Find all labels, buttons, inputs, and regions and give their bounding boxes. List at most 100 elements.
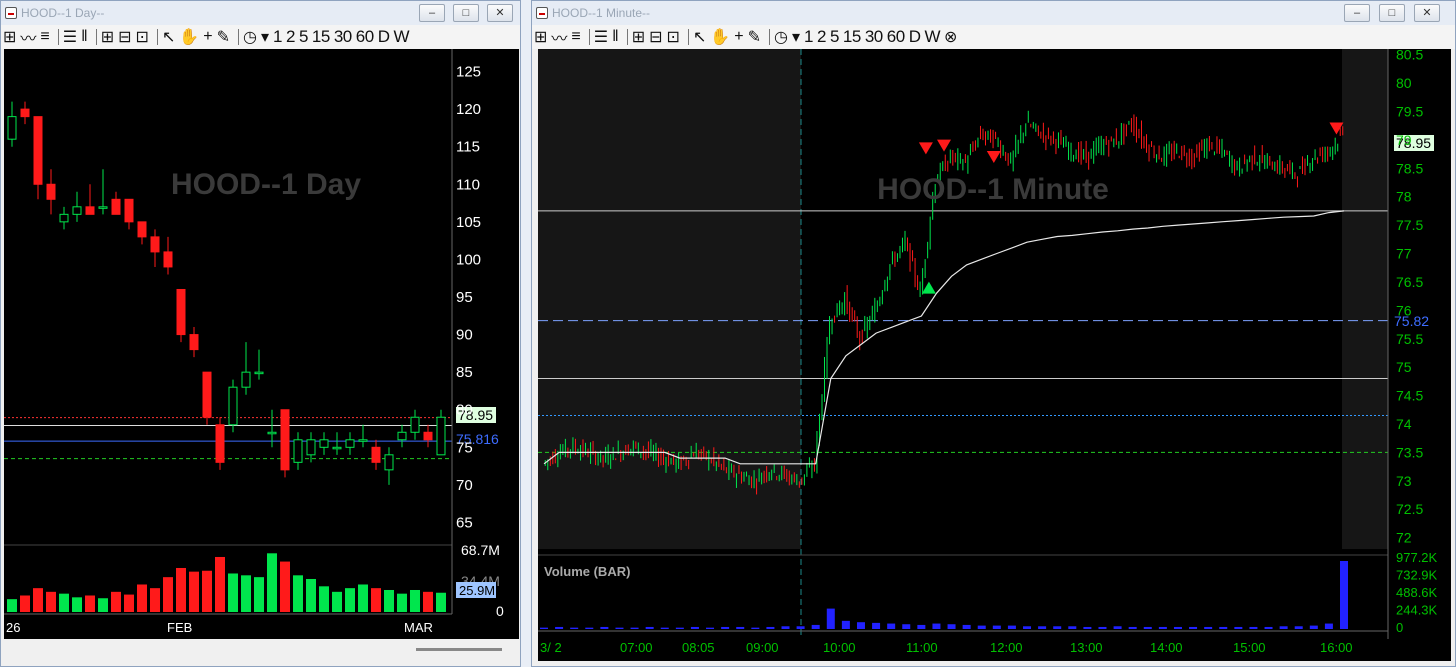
zoom-in-icon[interactable]: ⊞ [101, 27, 114, 47]
volume-bar [423, 591, 433, 612]
interval-d-button[interactable]: D [378, 27, 390, 47]
volume-bar [796, 626, 805, 629]
minimize-button[interactable]: – [419, 4, 445, 22]
right-window-titlebar[interactable]: HOOD--1 Minute-- – □ ✕ [532, 1, 1455, 25]
price-axis-label: 85 [456, 364, 473, 381]
volume-bar [1294, 626, 1303, 629]
clock-icon[interactable]: ◷ [774, 27, 788, 47]
interval-2-button[interactable]: 2 [286, 27, 295, 47]
interval-60-button[interactable]: 60 [887, 27, 905, 47]
volume-bar [751, 627, 760, 629]
split-icon[interactable]: ‖ [612, 28, 619, 46]
hand-icon[interactable]: ✋ [710, 27, 730, 47]
interval-w-button[interactable]: W [393, 27, 409, 47]
split-icon[interactable]: ‖ [81, 28, 88, 46]
left-window-titlebar[interactable]: HOOD--1 Day-- – □ ✕ [1, 1, 520, 25]
volume-bar [59, 593, 69, 612]
pencil-icon[interactable]: ✎ [217, 27, 230, 47]
time-axis-label: 16:00 [1320, 640, 1353, 655]
list-icon[interactable]: ☰ [594, 27, 608, 47]
pointer-icon[interactable]: ↖ [693, 27, 706, 47]
interval-1-button[interactable]: 1 [804, 27, 813, 47]
volume-bar [1007, 625, 1016, 629]
fit-icon[interactable]: ⊡ [667, 27, 680, 47]
volume-bar [977, 625, 986, 629]
volume-bar [410, 589, 420, 612]
volume-bar [72, 597, 82, 612]
interval-15-button[interactable]: 15 [843, 27, 861, 47]
zoom-out-icon[interactable]: ⊟ [118, 27, 131, 47]
clock-icon[interactable]: ◷ [243, 27, 257, 47]
time-label-mar: MAR [404, 620, 433, 635]
price-axis-label: 72.5 [1396, 501, 1423, 517]
volume-bar [1309, 625, 1318, 629]
chart-settings-icon[interactable]: ⊞ [3, 27, 16, 47]
volume-bar [721, 626, 730, 629]
interval-w-button[interactable]: W [924, 27, 940, 47]
volume-bar [228, 573, 238, 612]
volume-bar [932, 623, 941, 629]
volume-bar [1023, 626, 1032, 629]
candle-body [150, 236, 160, 253]
dropdown-icon[interactable]: ▾ [792, 27, 800, 47]
left-chart-area[interactable]: HOOD--1 Day 78.95 75.816 68.7M 34.4M 25.… [4, 49, 519, 639]
price-axis-label: 79 [1396, 132, 1412, 148]
interval-15-button[interactable]: 15 [312, 27, 330, 47]
candle-body [215, 424, 225, 463]
scroll-thumb[interactable] [416, 648, 502, 651]
volume-bar [371, 588, 381, 612]
volume-last-label: 25.9M [459, 583, 495, 598]
interval-60-button[interactable]: 60 [356, 27, 374, 47]
candle-body [319, 439, 329, 448]
hand-icon[interactable]: ✋ [179, 27, 199, 47]
time-axis-label: 10:00 [823, 640, 856, 655]
interval-1-button[interactable]: 1 [273, 27, 282, 47]
price-axis-label: 125 [456, 64, 481, 81]
list-icon[interactable]: ☰ [63, 27, 77, 47]
candle-body [163, 251, 173, 268]
candle-body [20, 108, 30, 118]
volume-bar [826, 608, 835, 629]
left-horizontal-scrollbar[interactable] [4, 642, 519, 656]
interval-2-button[interactable]: 2 [817, 27, 826, 47]
pencil-icon[interactable]: ✎ [748, 27, 761, 47]
interval-d-button[interactable]: D [909, 27, 921, 47]
sell-signal-marker [918, 142, 933, 155]
crosshair-icon[interactable]: + [734, 28, 743, 46]
interval-5-button[interactable]: 5 [299, 27, 308, 47]
indicators-icon[interactable]: ≡ [40, 28, 49, 46]
time-axis-label: 14:00 [1150, 640, 1183, 655]
candle-body [345, 439, 355, 448]
maximize-button[interactable]: □ [453, 4, 479, 22]
interval-5-button[interactable]: 5 [830, 27, 839, 47]
dropdown-icon[interactable]: ▾ [261, 27, 269, 47]
time-axis-label: 3/ 2 [540, 640, 562, 655]
price-axis-label: 80 [1396, 75, 1412, 91]
chart-settings-icon[interactable]: ⊞ [534, 27, 547, 47]
close-button[interactable]: ✕ [487, 4, 513, 22]
interval-30-button[interactable]: 30 [865, 27, 883, 47]
volume-bar [1219, 626, 1228, 629]
volume-bar [1204, 626, 1213, 629]
volume-bar [1264, 626, 1273, 629]
right-chart-area[interactable]: HOOD--1 Minute 78.95 75.82 Volume (BAR) … [538, 47, 1451, 661]
close-circle-icon[interactable]: ⊗ [944, 27, 957, 47]
indicators-icon[interactable]: ≡ [571, 28, 580, 46]
candle-body [332, 446, 342, 450]
time-axis-label: 08:05 [682, 640, 715, 655]
pointer-icon[interactable]: ↖ [162, 27, 175, 47]
right-chart-svg: HOOD--1 Minute 78.95 75.82 Volume (BAR) … [538, 47, 1438, 655]
drawing-tools-icon[interactable]: 〰 [551, 25, 567, 49]
drawing-tools-icon[interactable]: 〰 [20, 25, 36, 49]
right-window-title: HOOD--1 Minute-- [552, 6, 651, 20]
zoom-out-icon[interactable]: ⊟ [649, 27, 662, 47]
close-button[interactable]: ✕ [1414, 4, 1440, 22]
minimize-button[interactable]: – [1344, 4, 1370, 22]
candle-body [176, 288, 186, 336]
crosshair-icon[interactable]: + [203, 28, 212, 46]
fit-icon[interactable]: ⊡ [136, 27, 149, 47]
maximize-button[interactable]: □ [1379, 4, 1405, 22]
interval-30-button[interactable]: 30 [334, 27, 352, 47]
candle-body [280, 409, 290, 471]
zoom-in-icon[interactable]: ⊞ [632, 27, 645, 47]
